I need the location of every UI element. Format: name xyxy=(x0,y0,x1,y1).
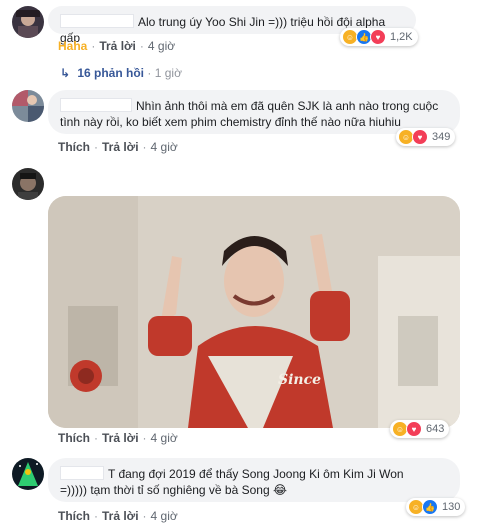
reply-link[interactable]: Trả lời xyxy=(102,431,139,445)
timestamp[interactable]: 4 giờ xyxy=(148,39,175,53)
timestamp[interactable]: 4 giờ xyxy=(151,431,178,445)
comment-gif[interactable]: Since xyxy=(48,196,460,428)
avatar[interactable] xyxy=(12,90,44,122)
love-reaction-icon: ♥ xyxy=(406,421,422,437)
gif-jacket-text: Since xyxy=(278,372,322,388)
avatar[interactable] xyxy=(12,458,44,490)
comment-actions: Thích · Trả lời · 4 giờ xyxy=(58,509,178,523)
reply-link[interactable]: Trả lời xyxy=(102,140,139,154)
comment-bubble: Nhìn ảnh thôi mà em đã quên SJK là anh n… xyxy=(48,90,460,134)
reaction-count: 643 xyxy=(426,423,445,435)
avatar[interactable] xyxy=(12,168,44,200)
reaction-count: 1,2K xyxy=(390,31,413,43)
like-action-link[interactable]: Thích xyxy=(58,509,90,523)
view-replies-link[interactable]: ↳ 16 phản hồi · 1 giờ xyxy=(60,66,182,80)
comment-text-line1: T đang đợi 2019 để thấy Song Joong Ki ôm… xyxy=(108,467,404,481)
reaction-count: 130 xyxy=(442,501,461,513)
avatar[interactable] xyxy=(12,6,44,38)
reply-link[interactable]: Trả lời xyxy=(102,509,139,523)
love-reaction-icon: ♥ xyxy=(412,129,428,145)
author-name[interactable] xyxy=(60,98,132,112)
comment-text-line2: =))))) tạm thời tỉ số nghiêng về bà Song… xyxy=(60,483,287,497)
comment-actions: Thích · Trả lời · 4 giờ xyxy=(58,140,178,154)
author-name[interactable] xyxy=(60,466,104,480)
reaction-summary[interactable]: ☺ ♥ 643 xyxy=(390,420,450,438)
reaction-summary[interactable]: ☺ 👍 ♥ 1,2K xyxy=(340,28,418,46)
reaction-summary[interactable]: ☺ ♥ 349 xyxy=(396,128,456,146)
reaction-summary[interactable]: ☺ 👍 130 xyxy=(406,498,466,516)
comment-actions: Thích · Trả lời · 4 giờ xyxy=(58,431,178,445)
reply-link[interactable]: Trả lời xyxy=(99,39,136,53)
comment-text-line2: tình này rồi, ko biết xem phim chemistry… xyxy=(60,115,401,129)
timestamp[interactable]: 4 giờ xyxy=(151,509,178,523)
like-reaction-icon: 👍 xyxy=(422,499,438,515)
comment-bubble: T đang đợi 2019 để thấy Song Joong Ki ôm… xyxy=(48,458,460,502)
reaction-count: 349 xyxy=(432,131,451,143)
reply-arrow-icon: ↳ xyxy=(60,66,71,80)
love-reaction-icon: ♥ xyxy=(370,29,386,45)
comment-actions: Haha · Trả lời · 4 giờ xyxy=(58,39,176,53)
comment-text-line1: Nhìn ảnh thôi mà em đã quên SJK là anh n… xyxy=(136,99,439,113)
like-action-link[interactable]: Thích xyxy=(58,140,90,154)
haha-action-link[interactable]: Haha xyxy=(58,39,87,53)
like-action-link[interactable]: Thích xyxy=(58,431,90,445)
timestamp[interactable]: 4 giờ xyxy=(151,140,178,154)
author-name[interactable] xyxy=(60,14,134,28)
